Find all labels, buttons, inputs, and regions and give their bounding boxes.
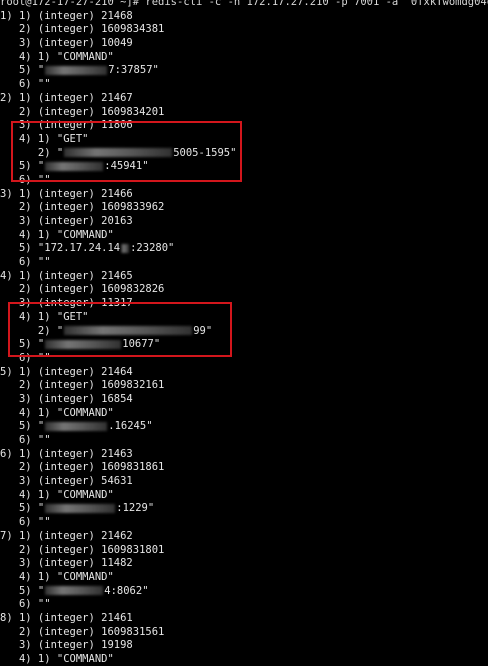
- output-line: 3) 1) (integer) 21466: [0, 187, 133, 200]
- output-line: 5) "172.17.24.14:23280": [0, 242, 175, 255]
- output-line: 6) "": [0, 516, 51, 529]
- output-line: 5) ":1229": [0, 502, 155, 515]
- output-line: 6) "": [0, 78, 51, 91]
- output-line: 6) "": [0, 173, 51, 186]
- output-line: 5) " 4:8062": [0, 584, 149, 597]
- output-line: 3) (integer) 54631: [0, 475, 133, 488]
- output-line: 3) (integer) 11806: [0, 119, 133, 132]
- output-line: 4) 1) "COMMAND": [0, 488, 114, 501]
- output-line: 3) (integer) 20163: [0, 215, 133, 227]
- output-line: 2) (integer) 1609834381: [0, 23, 165, 36]
- output-line: 4) 1) "COMMAND": [0, 653, 114, 665]
- output-line: 2) (integer) 1609832161: [0, 379, 165, 392]
- output-line: 5) " 10677": [0, 338, 161, 351]
- output-line: 4) 1) "COMMAND": [0, 406, 114, 419]
- output-line: 8) 1) (integer) 21461: [0, 611, 133, 624]
- output-line: 4) 1) (integer) 21465: [0, 269, 133, 282]
- output-line: 1) 1) (integer) 21468: [0, 9, 133, 22]
- output-line: 2) (integer) 1609831801: [0, 543, 165, 556]
- output-line: 2) 1) (integer) 21467: [0, 91, 133, 104]
- redacted-block: [45, 339, 122, 349]
- redacted-block: [45, 503, 116, 513]
- redacted-block: [45, 161, 104, 171]
- output-line: 4) 1) "COMMAND": [0, 570, 114, 583]
- redacted-block: [45, 586, 104, 596]
- redacted-block: [45, 421, 108, 431]
- output-line: 3) (integer) 11482: [0, 557, 133, 570]
- output-line: 4) 1) "COMMAND": [0, 228, 114, 241]
- output-line: 6) "": [0, 598, 51, 611]
- output-line: 3) (integer) 10049: [0, 37, 133, 50]
- output-line: 4) 1) "GET": [0, 132, 89, 145]
- terminal-window[interactable]: root@172-17-27-210 ~]# redis-cli -c -h 1…: [0, 0, 488, 666]
- output-line: 5) " .16245": [0, 420, 153, 433]
- output-line: 5) " 7:37857": [0, 64, 159, 77]
- output-line: 6) 1) (integer) 21463: [0, 447, 133, 460]
- output-line: 7) 1) (integer) 21462: [0, 529, 133, 542]
- output-line: 6) "": [0, 256, 51, 269]
- output-line: 2) (integer) 1609833962: [0, 201, 165, 214]
- redacted-block: [64, 326, 193, 335]
- output-line: 3) (integer) 11317: [0, 297, 133, 310]
- output-line: 2) " 99": [0, 324, 213, 337]
- output-line: 2) " 5005-1595": [0, 146, 237, 159]
- redacted-block: [64, 148, 173, 158]
- output-line: 5) ":45941": [0, 160, 149, 173]
- output-line: 6) "": [0, 434, 51, 446]
- redacted-block: [45, 65, 108, 75]
- output-line: 2) (integer) 1609832826: [0, 283, 165, 296]
- output-line: 5) 1) (integer) 21464: [0, 365, 133, 378]
- command-prompt: root@172-17-27-210 ~]# redis-cli -c -h 1…: [0, 0, 488, 8]
- output-line: 6) "": [0, 351, 51, 364]
- output-line: 3) (integer) 19198: [0, 639, 133, 652]
- output-line: 4) 1) "GET": [0, 310, 89, 323]
- output-line: 3) (integer) 16854: [0, 392, 133, 405]
- output-line: 4) 1) "COMMAND": [0, 50, 114, 63]
- output-line: 2) (integer) 1609834201: [0, 105, 165, 118]
- redacted-block: [121, 243, 130, 253]
- output-line: 2) (integer) 1609831561: [0, 625, 165, 638]
- output-line: 2) (integer) 1609831861: [0, 461, 165, 474]
